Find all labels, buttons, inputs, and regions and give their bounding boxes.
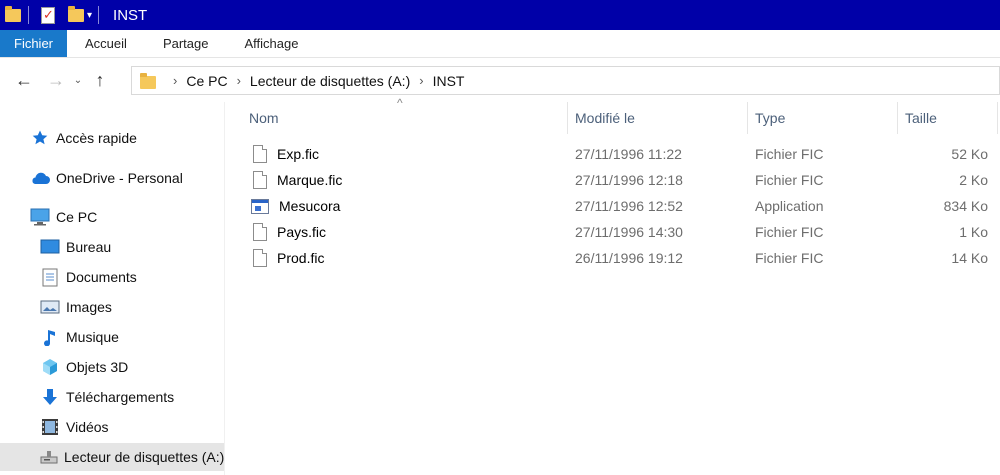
file-type: Fichier FIC xyxy=(755,250,824,266)
sidebar-item-label: Musique xyxy=(66,329,119,345)
sidebar-item-label: Ce PC xyxy=(56,209,98,225)
breadcrumb-this-pc[interactable]: Ce PC xyxy=(186,73,227,89)
sidebar-item-quick-access[interactable]: Accès rapide xyxy=(30,124,137,152)
forward-arrow-icon[interactable]: → xyxy=(42,66,70,94)
folder-icon xyxy=(140,72,156,89)
application-icon xyxy=(251,197,271,216)
sidebar-item-label: Bureau xyxy=(66,239,112,255)
tab-share[interactable]: Partage xyxy=(145,30,227,57)
floppy-drive-icon xyxy=(40,447,58,467)
pictures-icon xyxy=(40,297,60,317)
column-header-modified[interactable]: Modifié le xyxy=(567,102,747,134)
file-type: Application xyxy=(755,198,824,214)
file-name: Prod.fic xyxy=(277,250,325,266)
video-icon xyxy=(40,417,60,437)
column-header-size[interactable]: Taille xyxy=(897,102,997,134)
music-icon xyxy=(40,327,60,347)
file-modified: 27/11/1996 12:18 xyxy=(575,172,683,188)
navigation-pane: Accès rapide OneDrive - Personal Ce PC B… xyxy=(0,102,225,475)
file-type: Fichier FIC xyxy=(755,224,824,240)
file-name: Marque.fic xyxy=(277,172,343,188)
download-icon xyxy=(40,387,60,407)
separator xyxy=(28,6,29,24)
back-arrow-icon[interactable]: ← xyxy=(10,66,38,94)
tab-view[interactable]: Affichage xyxy=(226,30,316,57)
sidebar-item-label: Accès rapide xyxy=(56,130,137,146)
sidebar-item-music[interactable]: Musique xyxy=(40,323,119,351)
file-size: 52 Ko xyxy=(951,146,988,162)
table-row[interactable]: Pays.fic 27/11/1996 14:30 Fichier FIC 1 … xyxy=(247,219,1000,245)
table-row[interactable]: Exp.fic 27/11/1996 11:22 Fichier FIC 52 … xyxy=(247,141,1000,167)
sidebar-item-documents[interactable]: Documents xyxy=(40,263,137,291)
folder-icon[interactable] xyxy=(4,5,22,24)
file-icon xyxy=(253,222,269,242)
sidebar-item-pictures[interactable]: Images xyxy=(40,293,112,321)
table-row[interactable]: Prod.fic 26/11/1996 19:12 Fichier FIC 14… xyxy=(247,245,1000,271)
file-name: Exp.fic xyxy=(277,146,320,162)
quick-access-dropdown-icon[interactable]: ▾ xyxy=(87,10,92,21)
file-size: 834 Ko xyxy=(943,198,988,214)
sidebar-item-label: Objets 3D xyxy=(66,359,129,375)
sidebar-item-label: Téléchargements xyxy=(66,389,175,405)
sidebar-item-label: Vidéos xyxy=(66,419,109,435)
file-list-pane: ^ Nom Modifié le Type Taille Exp.fic 27/… xyxy=(225,96,1000,475)
recent-locations-chevron-icon[interactable]: ⌄ xyxy=(70,66,86,94)
file-size: 2 Ko xyxy=(959,172,988,188)
sidebar-item-this-pc[interactable]: Ce PC xyxy=(30,203,97,231)
file-type: Fichier FIC xyxy=(755,146,824,162)
sidebar-item-videos[interactable]: Vidéos xyxy=(40,413,109,441)
column-header-type[interactable]: Type xyxy=(747,102,897,134)
address-bar[interactable]: › Ce PC › Lecteur de disquettes (A:) › I… xyxy=(131,66,1000,95)
cloud-icon xyxy=(30,168,50,188)
file-icon xyxy=(253,144,269,164)
computer-icon xyxy=(30,207,50,227)
file-type: Fichier FIC xyxy=(755,172,824,188)
new-folder-icon[interactable] xyxy=(67,5,85,24)
sidebar-item-label: Documents xyxy=(66,269,137,285)
sidebar-item-onedrive[interactable]: OneDrive - Personal xyxy=(30,164,183,192)
sidebar-item-floppy-drive[interactable]: Lecteur de disquettes (A:) xyxy=(0,443,224,471)
tab-file[interactable]: Fichier xyxy=(0,30,68,57)
properties-icon[interactable] xyxy=(39,6,57,24)
chevron-right-icon[interactable]: › xyxy=(419,73,423,88)
file-size: 14 Ko xyxy=(951,250,988,266)
sidebar-item-desktop[interactable]: Bureau xyxy=(40,233,111,261)
navigation-bar: ← → ⌄ ↑ › Ce PC › Lecteur de disquettes … xyxy=(0,58,1000,102)
table-row[interactable]: Mesucora 27/11/1996 12:52 Application 83… xyxy=(247,193,1000,219)
table-row[interactable]: Marque.fic 27/11/1996 12:18 Fichier FIC … xyxy=(247,167,1000,193)
file-name: Mesucora xyxy=(279,198,341,214)
sidebar-item-3d-objects[interactable]: Objets 3D xyxy=(40,353,128,381)
file-modified: 26/11/1996 19:12 xyxy=(575,250,683,266)
ribbon-tabs: Fichier Accueil Partage Affichage xyxy=(0,30,1000,58)
separator xyxy=(98,6,100,24)
file-modified: 27/11/1996 12:52 xyxy=(575,198,683,214)
up-arrow-icon[interactable]: ↑ xyxy=(86,66,114,94)
cube-icon xyxy=(40,357,60,377)
title-bar: ▾ INST xyxy=(0,0,1000,30)
sidebar-item-label: Images xyxy=(66,299,112,315)
window-title: INST xyxy=(113,6,148,24)
desktop-icon xyxy=(40,237,60,257)
column-header-name[interactable]: Nom xyxy=(241,102,567,134)
star-icon xyxy=(30,128,50,148)
sidebar-item-label: OneDrive - Personal xyxy=(56,170,183,186)
file-icon xyxy=(253,170,269,190)
documents-icon xyxy=(40,267,60,287)
chevron-right-icon[interactable]: › xyxy=(237,73,241,88)
column-headers: Nom Modifié le Type Taille xyxy=(225,102,1000,134)
chevron-right-icon[interactable]: › xyxy=(173,73,177,88)
file-modified: 27/11/1996 11:22 xyxy=(575,146,682,162)
file-name: Pays.fic xyxy=(277,224,327,240)
column-divider[interactable] xyxy=(997,102,998,134)
file-modified: 27/11/1996 14:30 xyxy=(575,224,683,240)
file-icon xyxy=(253,248,269,268)
file-size: 1 Ko xyxy=(959,224,988,240)
breadcrumb-inst[interactable]: INST xyxy=(433,73,465,89)
sidebar-item-label: Lecteur de disquettes (A:) xyxy=(64,449,224,465)
tab-home[interactable]: Accueil xyxy=(67,30,145,57)
sidebar-item-downloads[interactable]: Téléchargements xyxy=(40,383,174,411)
breadcrumb-floppy-drive[interactable]: Lecteur de disquettes (A:) xyxy=(250,73,410,89)
